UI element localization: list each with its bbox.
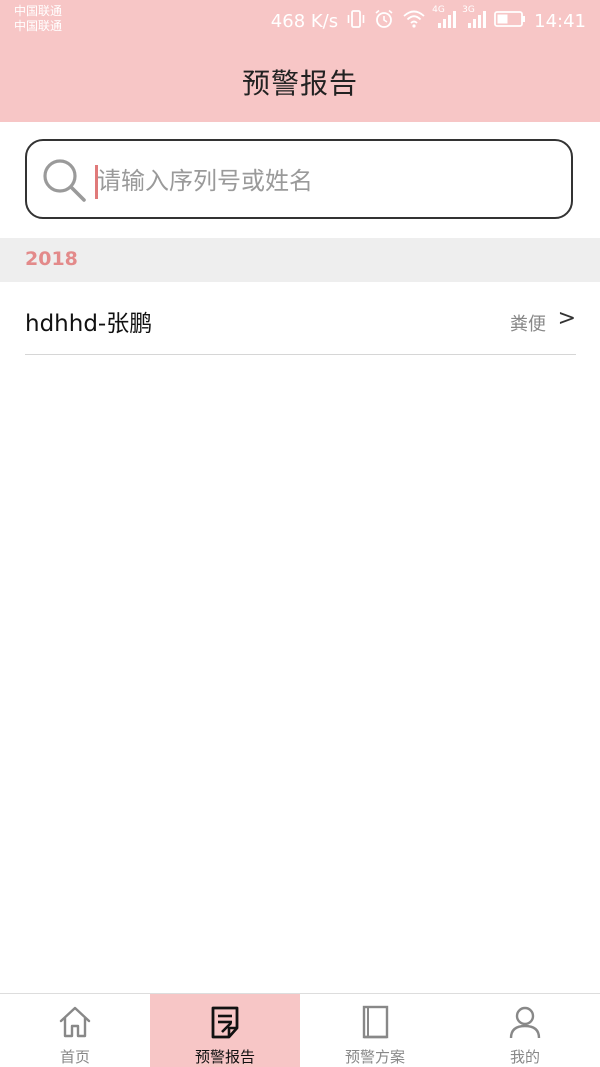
carrier-info: 中国联通 中国联通 <box>14 4 62 34</box>
header: 中国联通 中国联通 468 K/s 4G 3G 14:41 预警报告 <box>0 0 600 122</box>
list-item-tag: 粪便 <box>510 314 546 335</box>
alarm-icon <box>374 9 394 34</box>
book-icon <box>357 1004 393 1040</box>
list-item-title: hdhhd-张鹏 <box>25 311 153 337</box>
wifi-icon <box>402 9 426 34</box>
network-4g-label: 4G <box>432 4 445 15</box>
section-header: 2018 <box>0 238 600 282</box>
nav-item-mine[interactable]: 我的 <box>450 994 600 1067</box>
search-input[interactable] <box>95 159 557 203</box>
list-item[interactable]: hdhhd-张鹏 粪便 > <box>25 284 576 355</box>
screen: 中国联通 中国联通 468 K/s 4G 3G 14:41 预警报告 请输入序列… <box>0 0 600 1067</box>
nav-label-home: 首页 <box>59 1048 90 1066</box>
search-icon <box>41 157 87 203</box>
carrier-2: 中国联通 <box>14 19 63 33</box>
chevron-right-icon: > <box>557 306 576 331</box>
status-bar-right: 468 K/s 4G 3G 14:41 <box>270 5 586 34</box>
clock: 14:41 <box>534 10 586 32</box>
nav-label-plan: 预警方案 <box>344 1048 405 1066</box>
search-box[interactable] <box>25 139 573 219</box>
report-icon <box>207 1004 243 1040</box>
nav-label-report: 预警报告 <box>194 1048 255 1066</box>
section-year: 2018 <box>25 248 78 270</box>
nav-item-report[interactable]: 预警报告 <box>150 994 300 1067</box>
battery-icon <box>494 10 526 33</box>
page-title: 预警报告 <box>241 67 358 100</box>
home-icon <box>57 1004 93 1040</box>
signal-3g-icon: 3G <box>462 5 487 34</box>
vibrate-icon <box>346 9 366 34</box>
signal-4g-icon: 4G <box>432 5 457 34</box>
nav-item-plan[interactable]: 预警方案 <box>300 994 450 1067</box>
nav-label-mine: 我的 <box>509 1048 540 1066</box>
nav-item-home[interactable]: 首页 <box>0 994 150 1067</box>
carrier-1: 中国联通 <box>14 4 63 18</box>
bottom-nav: 首页 预警报告 预警方案 我的 <box>0 993 600 1067</box>
network-3g-label: 3G <box>462 4 475 15</box>
network-speed: 468 K/s <box>270 10 339 32</box>
person-icon <box>507 1004 543 1040</box>
